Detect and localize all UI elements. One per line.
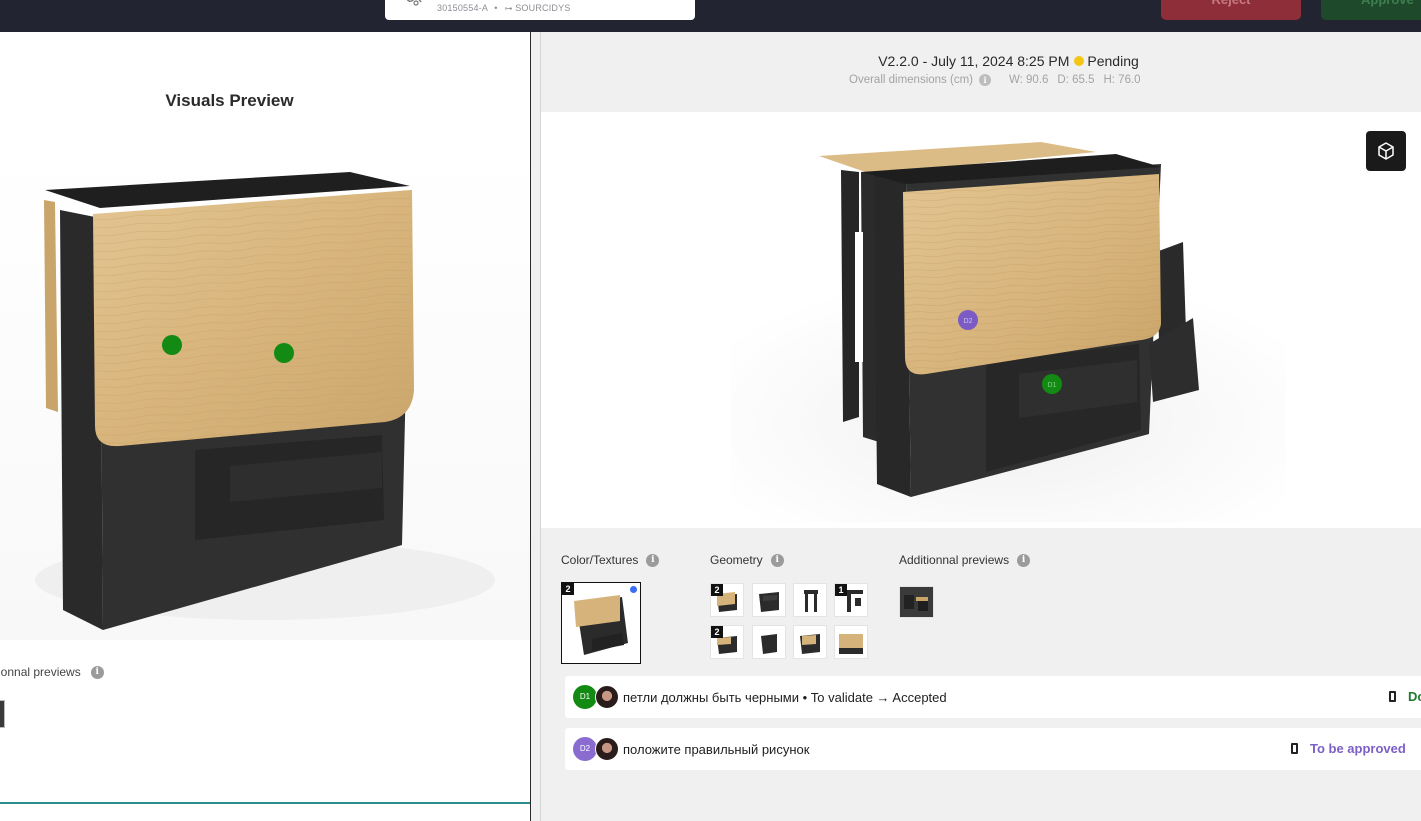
info-icon[interactable]: i — [1017, 554, 1031, 568]
additional-previews-text: ionnal previews — [0, 665, 81, 679]
marker-d1[interactable] — [162, 335, 182, 355]
thumb-render — [804, 590, 818, 612]
comment-row[interactable]: D2 положите правильный рисунок To be app… — [565, 728, 1421, 770]
clipboard-icon — [1291, 743, 1298, 754]
comment-row[interactable]: D1 петли должны быть черными • To valida… — [565, 676, 1421, 718]
3d-cube-icon — [1378, 142, 1394, 160]
panel-title: Visuals Preview — [165, 91, 294, 110]
selected-indicator-icon — [630, 586, 637, 593]
annotation-tag: D2 — [573, 737, 597, 761]
geometry-thumb[interactable] — [752, 625, 786, 659]
info-icon[interactable]: i — [978, 74, 991, 86]
visuals-preview-panel: Visuals Preview ionnal previews i — [0, 32, 531, 821]
version-label: V2.2.0 - July 11, 2024 8:25 PM — [878, 53, 1070, 69]
comment-text: положите правильный рисунок — [623, 742, 810, 757]
geometry-thumb[interactable] — [752, 583, 786, 617]
reject-button[interactable]: Reject — [1161, 0, 1301, 20]
dimension-width: W: 90.6 — [1008, 74, 1049, 87]
variant-count-badge: 2 — [711, 584, 723, 596]
comment-text: петли должны быть черными • To validate … — [623, 690, 947, 705]
product-meta: 30150554-A • ⊶ SOURCIDYS — [437, 3, 571, 13]
marker-d2[interactable] — [274, 343, 294, 363]
additional-previews-label: ionnal previews i — [0, 665, 104, 680]
info-icon[interactable]: i — [770, 554, 784, 568]
thumb-render — [574, 595, 628, 655]
additional-preview-thumb[interactable] — [0, 700, 5, 728]
product-icon — [406, 0, 422, 6]
additional-previews-section-text: Additionnal previews — [899, 553, 1010, 567]
avatar — [595, 685, 619, 709]
meta-separator: • — [494, 3, 498, 13]
geometry-thumb[interactable]: 2 — [710, 583, 744, 617]
overall-dimensions: Overall dimensions (cm) i W: 90.6 D: 65.5 H:… — [849, 74, 1150, 86]
comment-status[interactable]: To be approved — [1291, 741, 1406, 756]
dimensions-label: Overall dimensions (cm) — [849, 74, 973, 87]
additional-previews-section-label: Additionnal previews i — [899, 553, 1031, 568]
dimension-height: H: 76.0 — [1103, 74, 1141, 87]
thumb-render — [761, 634, 777, 654]
product-reference: 30150554-A — [437, 3, 488, 13]
geometry-thumb[interactable]: 2 — [710, 625, 744, 659]
color-textures-text: Color/Textures — [561, 553, 639, 567]
variant-count-badge: 2 — [562, 583, 574, 595]
3d-view-button[interactable] — [1366, 131, 1406, 171]
status-label: Pending — [1087, 53, 1139, 69]
additional-preview-thumb[interactable] — [899, 586, 934, 618]
comment-status[interactable]: Do — [1389, 689, 1421, 704]
color-textures-label: Color/Textures i — [561, 553, 660, 568]
marker-d1-label: D1 — [1048, 382, 1057, 389]
info-icon[interactable]: i — [90, 666, 104, 680]
supplier-name: SOURCIDYS — [515, 3, 571, 13]
comment-status-label: To be approved — [1310, 741, 1406, 756]
geometry-thumb[interactable]: 1 — [834, 583, 868, 617]
thumb-render — [900, 587, 933, 617]
top-bar: 30150554-A • ⊶ SOURCIDYS Reject Approve — [0, 0, 1421, 32]
approve-button[interactable]: Approve — [1321, 0, 1421, 20]
status-dot-icon — [1074, 56, 1085, 66]
link-icon: ⊶ — [504, 4, 513, 13]
preview-image[interactable] — [0, 150, 530, 640]
color-texture-thumb[interactable]: 2 — [561, 582, 641, 664]
avatar — [595, 737, 619, 761]
comment-status-label: Do — [1408, 689, 1421, 704]
dimension-depth: D: 65.5 — [1057, 74, 1095, 87]
thumb-render — [839, 634, 863, 654]
geometry-thumb[interactable] — [834, 625, 868, 659]
thumb-render — [759, 592, 779, 612]
furniture-render — [35, 172, 495, 630]
geometry-text: Geometry — [710, 553, 763, 567]
geometry-label: Geometry i — [710, 553, 784, 568]
progress-underline — [0, 802, 530, 804]
annotation-tag: D1 — [573, 685, 597, 709]
main-render-view[interactable]: D2 D1 — [541, 112, 1421, 528]
variant-count-badge: 1 — [835, 584, 847, 596]
version-header: V2.2.0 - July 11, 2024 8:25 PM Pending — [541, 53, 1421, 69]
info-icon[interactable]: i — [646, 554, 660, 568]
geometry-thumb[interactable] — [793, 583, 827, 617]
variant-count-badge: 2 — [711, 626, 723, 638]
product-chip[interactable]: 30150554-A • ⊶ SOURCIDYS — [385, 0, 695, 20]
marker-d2-label: D2 — [964, 318, 973, 325]
clipboard-icon — [1389, 691, 1396, 702]
thumb-render — [800, 634, 820, 654]
furniture-render-main: D2 D1 — [731, 142, 1286, 522]
geometry-thumb[interactable] — [793, 625, 827, 659]
